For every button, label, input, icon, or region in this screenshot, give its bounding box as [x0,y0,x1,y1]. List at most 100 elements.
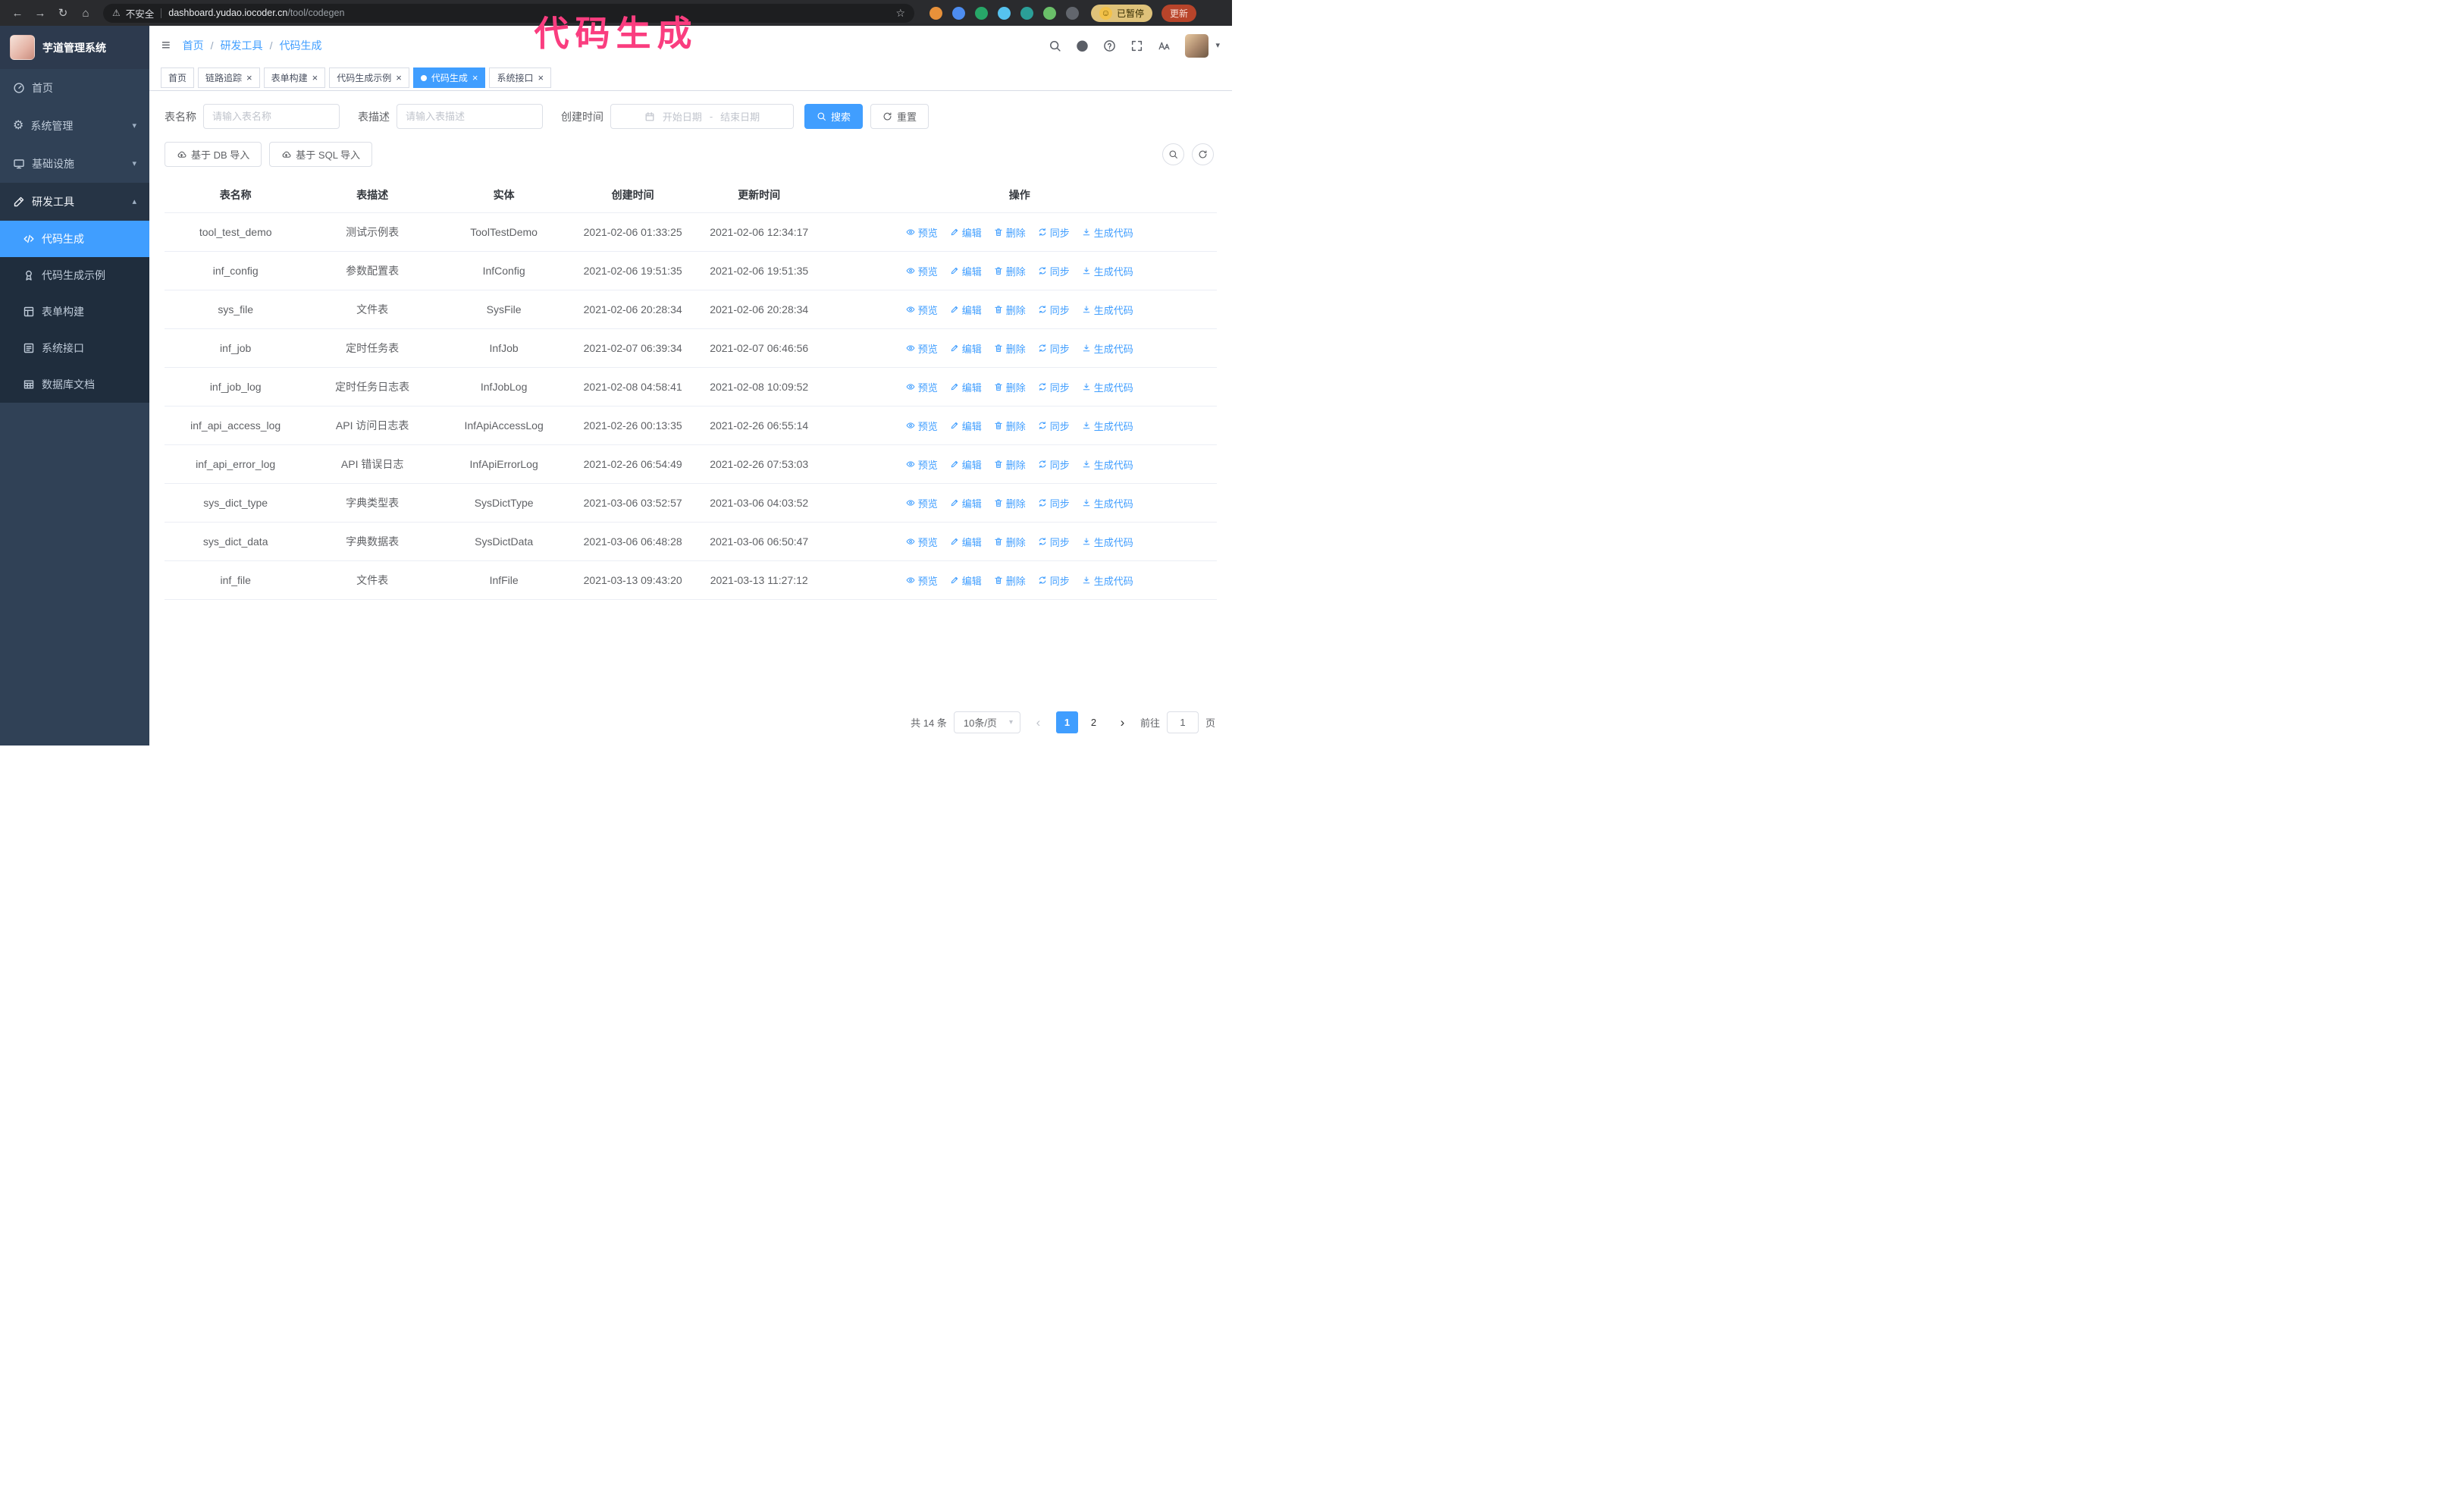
edit-link[interactable]: 编辑 [950,457,982,472]
close-tab-icon[interactable]: × [312,73,318,83]
edit-link[interactable]: 编辑 [950,341,982,356]
close-tab-icon[interactable]: × [472,73,478,83]
extension-icon[interactable] [1066,6,1079,20]
goto-page-input[interactable] [1166,711,1199,733]
delete-link[interactable]: 删除 [994,419,1026,433]
generate-code-link[interactable]: 生成代码 [1082,535,1133,549]
page-size-select[interactable]: 10条/页 ▾ [953,711,1020,733]
header-search-button[interactable] [1049,39,1061,52]
generate-code-link[interactable]: 生成代码 [1082,341,1133,356]
edit-link[interactable]: 编辑 [950,380,982,394]
extension-icon[interactable] [1020,6,1033,20]
generate-code-link[interactable]: 生成代码 [1082,457,1133,472]
sync-link[interactable]: 同步 [1038,457,1070,472]
sidebar-item-infra[interactable]: 基础设施 ▾ [0,145,149,183]
delete-link[interactable]: 删除 [994,225,1026,240]
extension-icon[interactable] [998,6,1011,20]
sidebar-item-home[interactable]: 首页 [0,69,149,107]
preview-link[interactable]: 预览 [906,496,938,510]
close-tab-icon[interactable]: × [246,73,252,83]
sidebar-subitem-codegen-example[interactable]: 代码生成示例 [0,257,149,293]
generate-code-link[interactable]: 生成代码 [1082,573,1133,588]
delete-link[interactable]: 删除 [994,303,1026,317]
preview-link[interactable]: 预览 [906,535,938,549]
delete-link[interactable]: 删除 [994,573,1026,588]
table-name-input[interactable] [203,104,340,129]
search-button[interactable]: 搜索 [804,104,864,129]
preview-link[interactable]: 预览 [906,303,938,317]
docs-help-button[interactable] [1103,39,1116,52]
page-button-1[interactable]: 1 [1055,711,1078,733]
home-button[interactable]: ⌂ [76,3,96,23]
sync-link[interactable]: 同步 [1038,341,1070,356]
preview-link[interactable]: 预览 [906,419,938,433]
delete-link[interactable]: 删除 [994,264,1026,278]
sidebar-subitem-form-builder[interactable]: 表单构建 [0,293,149,330]
breadcrumb-item[interactable]: 代码生成 [279,38,321,53]
extension-icon[interactable] [975,6,988,20]
delete-link[interactable]: 删除 [994,535,1026,549]
tab-home[interactable]: 首页 [161,67,195,88]
address-bar[interactable]: ⚠ 不安全 dashboard.yudao.iocoder.cn/tool/co… [103,3,914,23]
generate-code-link[interactable]: 生成代码 [1082,225,1133,240]
sidebar-subitem-api[interactable]: 系统接口 [0,330,149,366]
bookmark-star-button[interactable]: ☆ [895,7,905,19]
update-browser-button[interactable]: 更新 [1161,4,1197,22]
close-tab-icon[interactable]: × [396,73,402,83]
sync-link[interactable]: 同步 [1038,380,1070,394]
breadcrumb-item[interactable]: 首页 [183,38,204,53]
sidebar-toggle-button[interactable]: ≡ [161,37,171,55]
back-button[interactable]: ← [8,3,27,23]
edit-link[interactable]: 编辑 [950,535,982,549]
app-logo[interactable]: 芋道管理系统 [0,26,149,69]
tab-codegen-example[interactable]: 代码生成示例 × [329,67,409,88]
delete-link[interactable]: 删除 [994,496,1026,510]
preview-link[interactable]: 预览 [906,341,938,356]
sync-link[interactable]: 同步 [1038,419,1070,433]
extension-icon[interactable] [1043,6,1056,20]
reload-button[interactable]: ↻ [53,3,73,23]
sync-link[interactable]: 同步 [1038,573,1070,588]
delete-link[interactable]: 删除 [994,341,1026,356]
extension-icon[interactable] [952,6,965,20]
sync-paused-badge[interactable]: ☺ 已暂停 [1091,4,1153,22]
preview-link[interactable]: 预览 [906,573,938,588]
tab-tracer[interactable]: 链路追踪 × [198,67,260,88]
user-menu-caret[interactable]: ▾ [1215,41,1220,50]
extension-icon[interactable] [929,6,942,20]
edit-link[interactable]: 编辑 [950,573,982,588]
breadcrumb-item[interactable]: 研发工具 [221,38,263,53]
import-db-button[interactable]: 基于 DB 导入 [165,142,262,167]
sidebar-item-system[interactable]: ⚙ 系统管理 ▾ [0,107,149,145]
sidebar-item-devtools[interactable]: 研发工具 ▴ [0,183,149,221]
preview-link[interactable]: 预览 [906,264,938,278]
next-page-button[interactable]: › [1111,711,1133,733]
sync-link[interactable]: 同步 [1038,225,1070,240]
tab-codegen[interactable]: 代码生成 × [412,67,486,88]
fullscreen-button[interactable] [1130,39,1143,52]
page-button-2[interactable]: 2 [1083,711,1105,733]
edit-link[interactable]: 编辑 [950,264,982,278]
sync-link[interactable]: 同步 [1038,303,1070,317]
date-range-picker[interactable]: 开始日期 - 结束日期 [610,104,794,129]
delete-link[interactable]: 删除 [994,457,1026,472]
reset-button[interactable]: 重置 [870,104,929,129]
preview-link[interactable]: 预览 [906,225,938,240]
generate-code-link[interactable]: 生成代码 [1082,419,1133,433]
preview-link[interactable]: 预览 [906,380,938,394]
sync-link[interactable]: 同步 [1038,264,1070,278]
generate-code-link[interactable]: 生成代码 [1082,496,1133,510]
font-size-button[interactable] [1158,39,1171,52]
toggle-search-button[interactable] [1162,143,1184,165]
sidebar-subitem-db-doc[interactable]: 数据库文档 [0,366,149,403]
table-desc-input[interactable] [397,104,543,129]
sidebar-subitem-codegen[interactable]: 代码生成 [0,221,149,257]
edit-link[interactable]: 编辑 [950,419,982,433]
sync-link[interactable]: 同步 [1038,496,1070,510]
edit-link[interactable]: 编辑 [950,303,982,317]
generate-code-link[interactable]: 生成代码 [1082,380,1133,394]
edit-link[interactable]: 编辑 [950,225,982,240]
tab-form-builder[interactable]: 表单构建 × [263,67,326,88]
close-tab-icon[interactable]: × [538,73,544,83]
forward-button[interactable]: → [30,3,50,23]
